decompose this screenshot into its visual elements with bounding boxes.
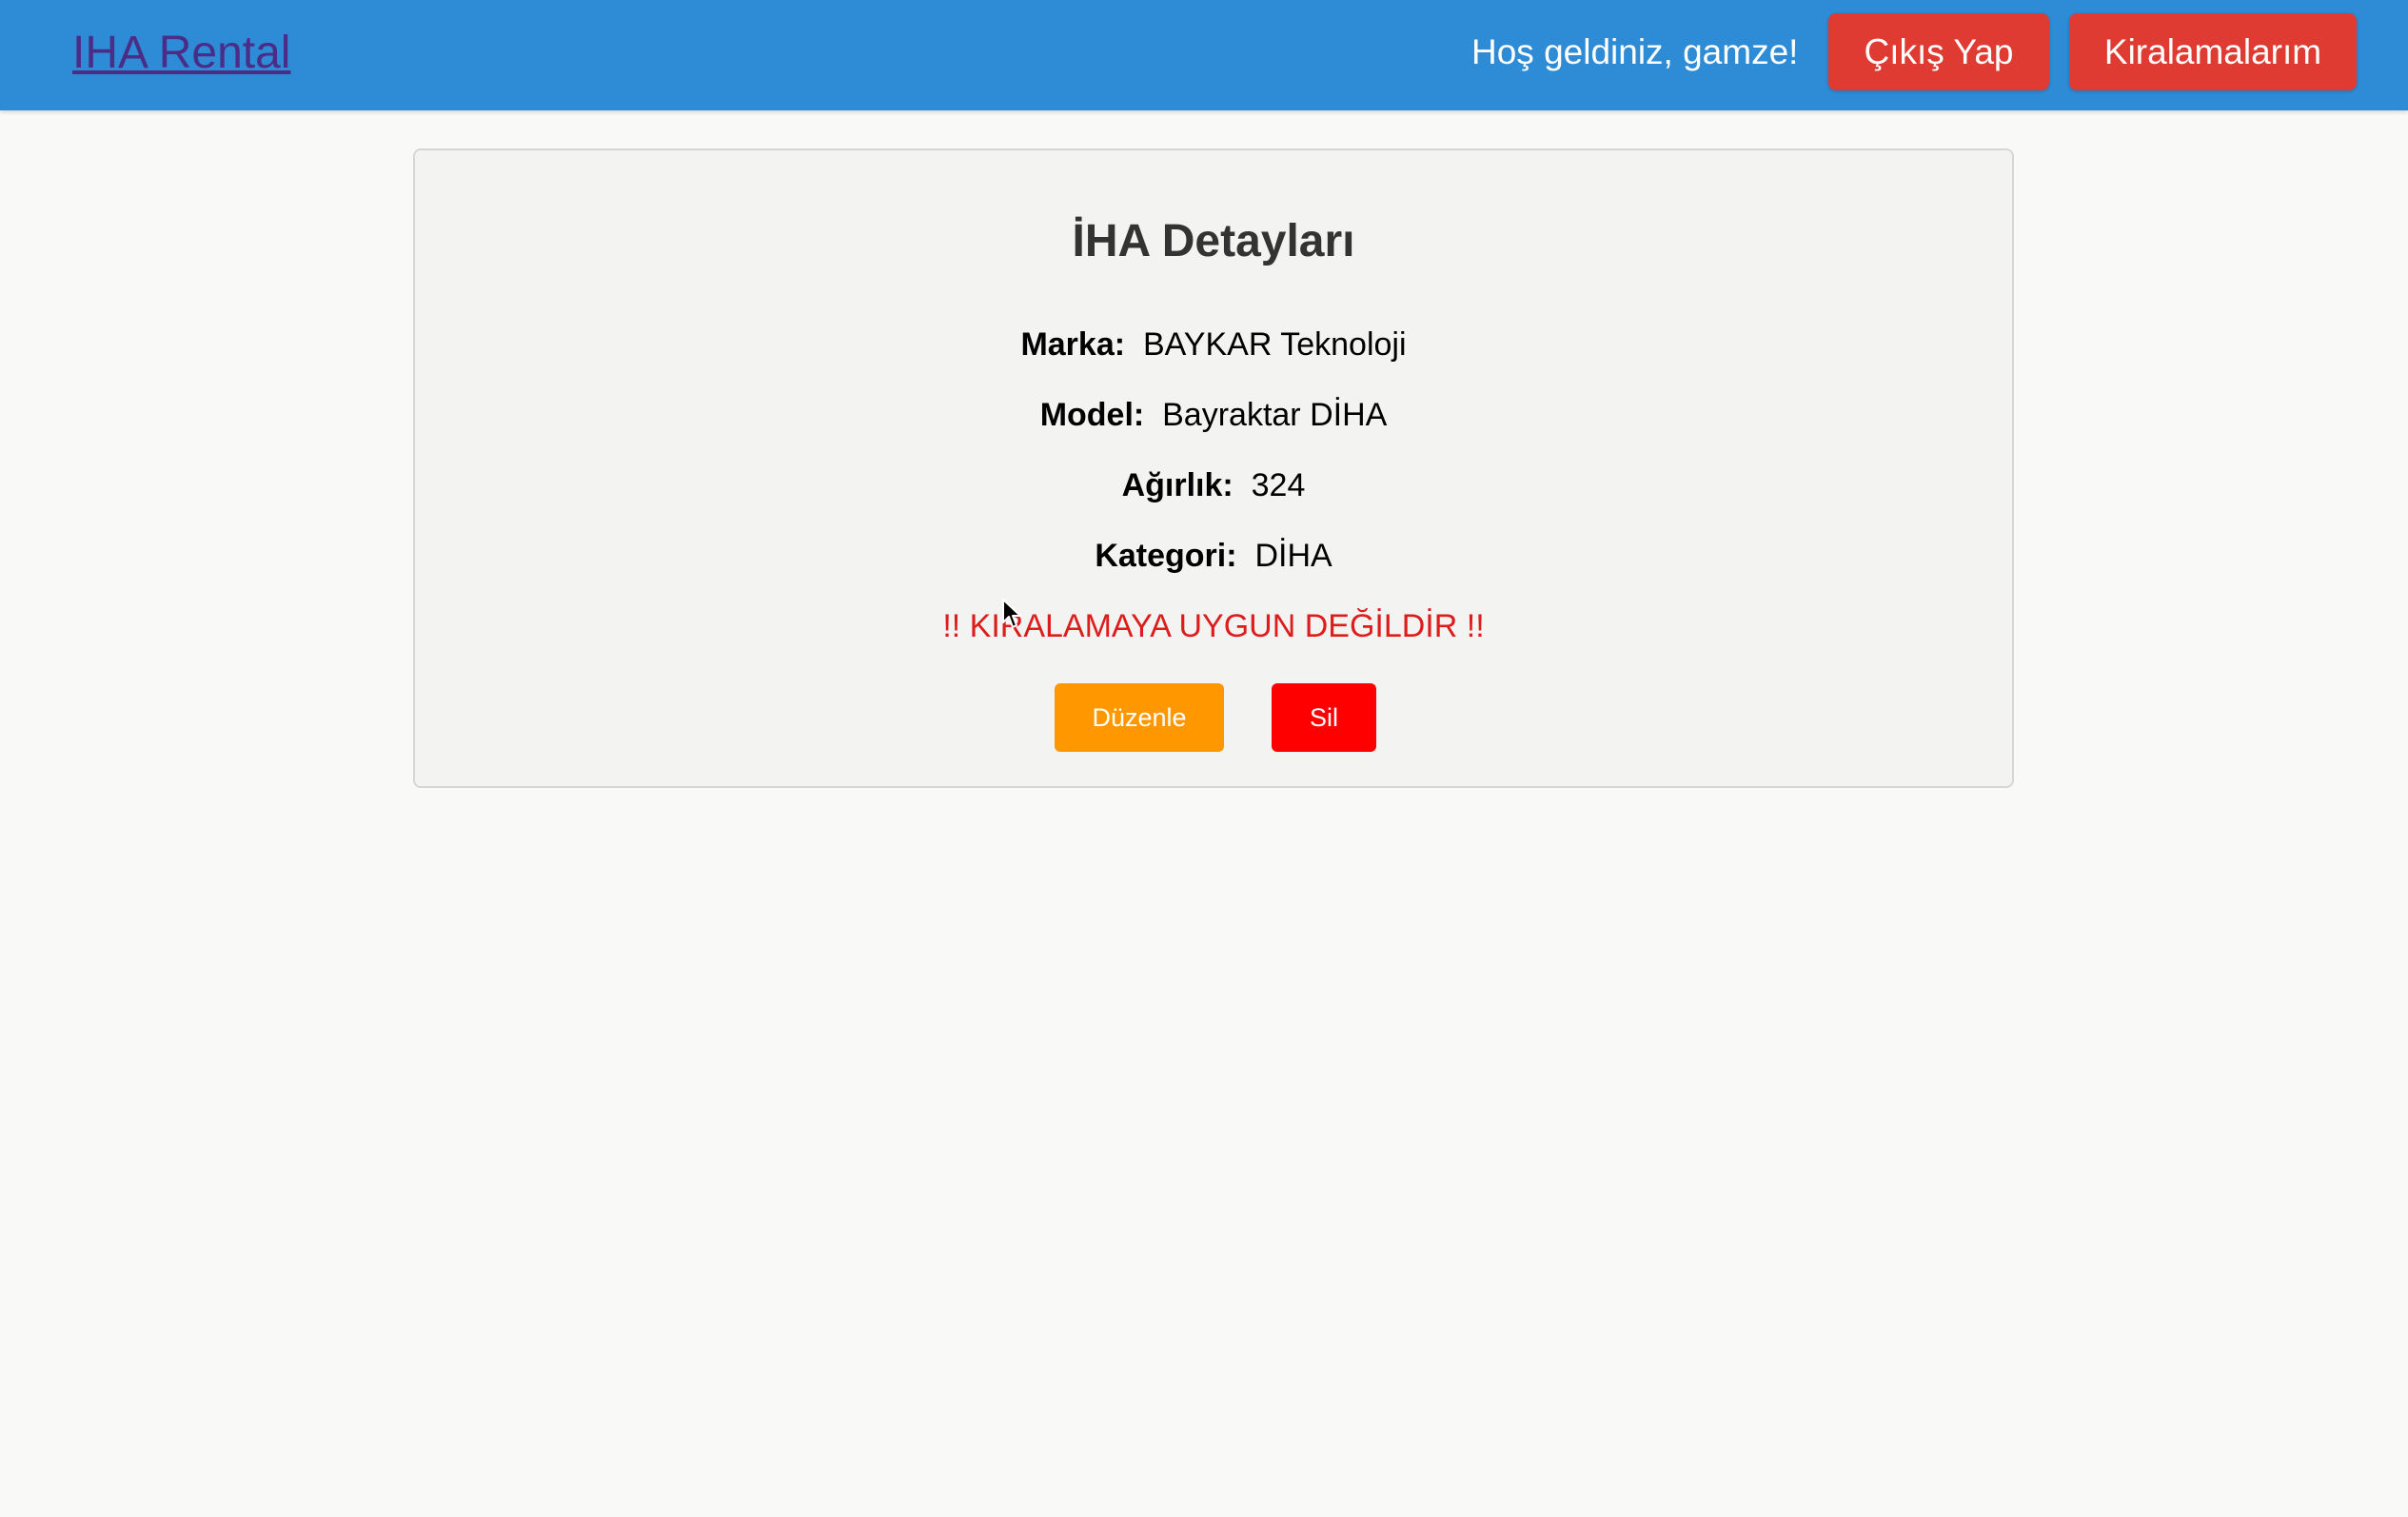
detail-label: Ağırlık: [1121, 467, 1243, 503]
detail-label: Kategori: [1095, 538, 1246, 574]
mouse-cursor-icon [1002, 599, 1021, 628]
my-rentals-button[interactable]: Kiralamalarım [2069, 13, 2357, 90]
brand-link[interactable]: IHA Rental [72, 25, 290, 82]
detail-value: BAYKAR Teknoloji [1142, 326, 1407, 363]
edit-button[interactable]: Düzenle [1055, 683, 1224, 752]
top-navbar: IHA Rental Hoş geldiniz, gamze! Çıkış Ya… [0, 0, 2408, 110]
detail-row-category: Kategori: DİHA [415, 535, 2012, 577]
detail-row-model: Model: Bayraktar DİHA [415, 394, 2012, 436]
detail-value: Bayraktar DİHA [1162, 397, 1388, 433]
detail-value: DİHA [1254, 538, 1332, 574]
welcome-text: Hoş geldiniz, gamze! [1471, 32, 1799, 71]
detail-row-weight: Ağırlık: 324 [415, 464, 2012, 506]
detail-label: Model: [1039, 397, 1154, 433]
detail-value: 324 [1251, 467, 1306, 503]
not-rentable-warning: !! KIRALAMAYA UYGUN DEĞİLDİR !! [942, 608, 1485, 644]
logout-button[interactable]: Çıkış Yap [1828, 13, 2049, 90]
page-title: İHA Detayları [1072, 216, 1355, 266]
delete-button[interactable]: Sil [1272, 683, 1376, 752]
drone-detail-card: İHA Detayları Marka: BAYKAR Teknoloji Mo… [413, 148, 2014, 788]
detail-row-brand: Marka: BAYKAR Teknoloji [415, 324, 2012, 365]
detail-label: Marka: [1020, 326, 1135, 363]
